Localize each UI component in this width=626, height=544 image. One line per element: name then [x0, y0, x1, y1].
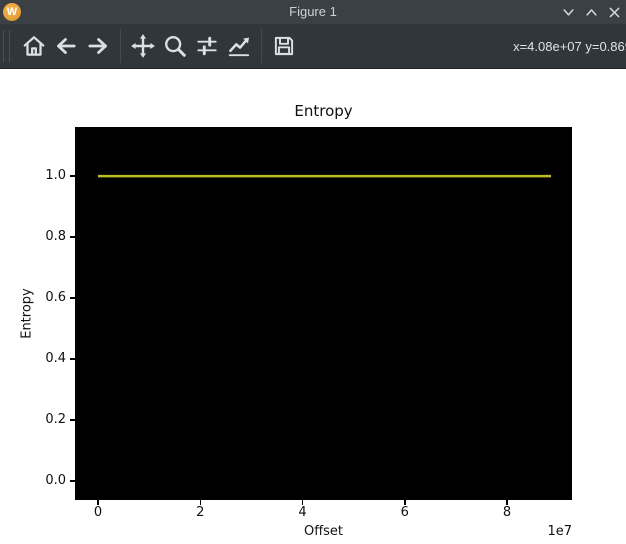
- y-tick-mark: [70, 297, 75, 299]
- x-tick-label: 6: [400, 505, 409, 520]
- zoom-button[interactable]: [160, 30, 190, 62]
- line-chart-icon: [228, 37, 250, 57]
- x-axis-offset-multiplier: 1e7: [547, 524, 572, 539]
- forward-button[interactable]: [83, 30, 113, 62]
- chart-title: Entropy: [294, 102, 353, 120]
- maximize-icon[interactable]: [584, 5, 598, 19]
- toolbar-grip-handle[interactable]: [3, 30, 10, 62]
- cursor-coordinates-readout: x=4.08e+07 y=0.869: [513, 39, 626, 54]
- sliders-icon: [197, 36, 217, 56]
- x-tick-label: 4: [298, 505, 307, 520]
- y-tick-mark: [70, 236, 75, 238]
- edit-parameters-button[interactable]: [224, 30, 254, 62]
- toolbar-separator: [261, 29, 262, 63]
- save-button[interactable]: [269, 30, 299, 62]
- pan-move-icon: [131, 34, 155, 58]
- home-icon: [23, 36, 45, 56]
- toolbar-separator: [120, 29, 121, 63]
- configure-subplots-button[interactable]: [192, 30, 222, 62]
- y-tick-mark: [70, 419, 75, 421]
- y-axis-label: Entropy: [19, 288, 35, 339]
- magnifier-icon: [165, 36, 186, 57]
- y-tick-label: 0.8: [45, 229, 66, 245]
- forward-arrow-icon: [88, 38, 107, 54]
- home-button[interactable]: [19, 30, 49, 62]
- y-tick-label: 1.0: [45, 168, 66, 184]
- navigation-toolbar: x=4.08e+07 y=0.869: [0, 24, 626, 69]
- close-icon[interactable]: [607, 5, 621, 19]
- x-tick-label: 2: [196, 505, 205, 520]
- save-floppy-icon: [274, 36, 294, 56]
- figure-canvas[interactable]: Entropy Entropy Offset 1e7 0 2 4 6 8 0.0 0.2 0.…: [0, 69, 626, 544]
- window-controls: [561, 0, 621, 24]
- y-tick-mark: [70, 480, 75, 482]
- y-tick-label: 0.4: [45, 351, 66, 367]
- x-tick-label: 8: [502, 505, 512, 520]
- pan-button[interactable]: [128, 30, 158, 62]
- y-tick-label: 0.2: [45, 412, 66, 428]
- back-arrow-icon: [57, 38, 76, 54]
- y-tick-mark: [70, 175, 75, 177]
- y-tick-mark: [70, 358, 75, 360]
- y-tick-label: 0.0: [45, 473, 66, 489]
- x-tick-label: 0: [93, 505, 103, 520]
- window-titlebar[interactable]: W Figure 1: [0, 0, 626, 24]
- y-tick-label: 0.6: [45, 290, 66, 306]
- minimize-icon[interactable]: [561, 5, 575, 19]
- data-line-layer: [98, 174, 552, 178]
- window-title: Figure 1: [289, 4, 337, 19]
- back-button[interactable]: [51, 30, 81, 62]
